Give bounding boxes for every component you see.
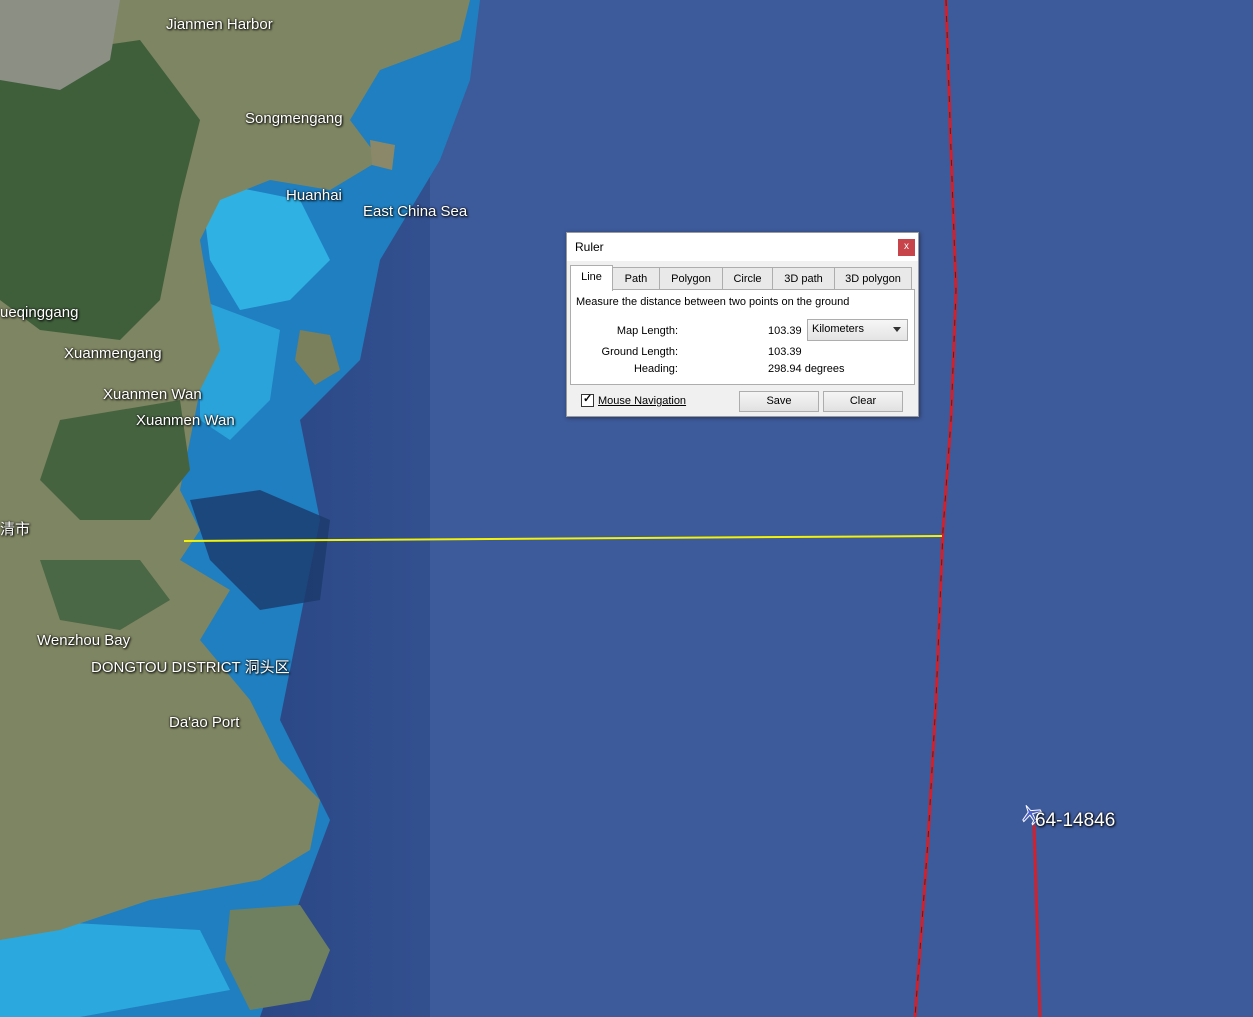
ground-length-value: 103.39 [768, 346, 802, 358]
place-label-east-china-sea: East China Sea [363, 203, 468, 220]
place-label-huanhai: Huanhai [286, 187, 342, 204]
place-label-daao-port: Da'ao Port [169, 714, 240, 731]
place-label-xuanmengang: Xuanmengang [64, 345, 162, 362]
checkmark-icon: ✓ [583, 393, 593, 405]
unit-select[interactable]: Kilometers [807, 319, 908, 341]
satellite-map[interactable] [0, 0, 1253, 1017]
place-label-songmengang: Songmengang [245, 110, 343, 127]
place-label-dongtou-district: DONGTOU DISTRICT 洞头区 [91, 659, 290, 676]
tab-line[interactable]: Line [570, 265, 613, 291]
place-label-yueqinggang: ueqinggang [0, 304, 79, 321]
map-length-label: Map Length: [616, 325, 678, 337]
tab-3d-path[interactable]: 3D path [772, 267, 835, 290]
ruler-dialog: Ruler x Line Path Polygon Circle 3D path… [566, 232, 919, 417]
map-length-value: 103.39 [768, 325, 802, 337]
tab-panel-line: Measure the distance between two points … [570, 289, 915, 385]
place-label-wenzhou-bay: Wenzhou Bay [37, 632, 131, 649]
heading-value: 298.94 degrees [768, 363, 845, 375]
ruler-titlebar[interactable]: Ruler x [567, 233, 918, 261]
mouse-navigation-checkbox[interactable]: ✓ [581, 393, 594, 407]
tab-polygon[interactable]: Polygon [659, 267, 723, 290]
place-label-yueqing-city: 清市 [0, 521, 31, 538]
clear-button[interactable]: Clear [823, 391, 903, 412]
deep-sea-area [430, 0, 1253, 1017]
place-label-jianmen-harbor: Jianmen Harbor [166, 16, 273, 33]
tab-circle[interactable]: Circle [722, 267, 773, 290]
close-button[interactable]: x [898, 239, 915, 256]
close-icon: x [904, 241, 909, 252]
ground-length-label: Ground Length: [601, 346, 678, 358]
save-button[interactable]: Save [739, 391, 819, 412]
heading-label: Heading: [633, 363, 678, 375]
unit-select-value: Kilometers [812, 323, 864, 335]
place-label-xuanmen-wan: Xuanmen Wan [136, 412, 235, 429]
tab-path[interactable]: Path [612, 267, 660, 290]
chevron-down-icon [893, 327, 901, 332]
ruler-description: Measure the distance between two points … [576, 296, 850, 308]
place-label-xuanmen-wan: Xuanmen Wan [103, 386, 202, 403]
tab-3d-polygon[interactable]: 3D polygon [834, 267, 912, 290]
ruler-title: Ruler [575, 240, 604, 254]
mouse-navigation-label[interactable]: Mouse Navigation [598, 395, 686, 407]
aircraft-label[interactable]: 64-14846 [1035, 810, 1115, 832]
